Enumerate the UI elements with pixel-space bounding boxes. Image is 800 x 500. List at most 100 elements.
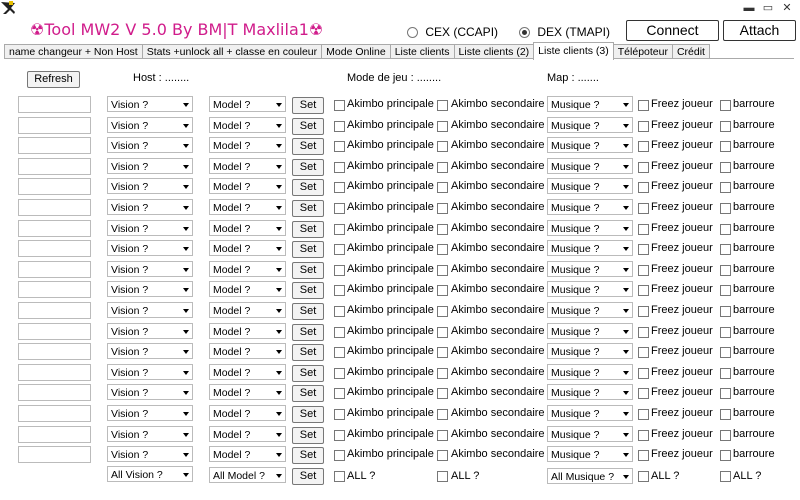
vision-select[interactable]: Vision ? xyxy=(107,302,193,318)
akimbo-secondaire-checkbox[interactable] xyxy=(437,450,448,461)
barroure-checkbox[interactable] xyxy=(720,450,731,461)
vision-select[interactable]: Vision ? xyxy=(107,240,193,256)
akimbo-principale-checkbox[interactable] xyxy=(334,100,345,111)
vision-select[interactable]: Vision ? xyxy=(107,261,193,277)
client-name-field[interactable] xyxy=(18,240,91,257)
barroure-checkbox[interactable] xyxy=(720,182,731,193)
akimbo-secondaire-checkbox[interactable] xyxy=(437,347,448,358)
cex-radio-option[interactable]: CEX (CCAPI) xyxy=(407,25,498,39)
freez-checkbox[interactable] xyxy=(638,162,649,173)
musique-select[interactable]: Musique ? xyxy=(547,281,633,297)
client-name-field[interactable] xyxy=(18,323,91,340)
akimbo-principale-checkbox[interactable] xyxy=(334,409,345,420)
client-name-field[interactable] xyxy=(18,343,91,360)
akimbo-secondaire-checkbox[interactable] xyxy=(437,182,448,193)
musique-select[interactable]: Musique ? xyxy=(547,117,633,133)
tab-6[interactable]: Télépoteur xyxy=(612,44,673,59)
minimize-icon[interactable]: ▬ xyxy=(742,2,756,14)
akimbo-principale-checkbox[interactable] xyxy=(334,203,345,214)
tab-2[interactable]: Mode Online xyxy=(321,44,391,59)
tab-0[interactable]: name changeur + Non Host xyxy=(4,44,143,59)
akimbo-secondaire-checkbox[interactable] xyxy=(437,162,448,173)
set-button[interactable]: Set xyxy=(292,241,324,258)
model-select[interactable]: Model ? xyxy=(209,343,286,359)
akimbo-secondaire-checkbox[interactable] xyxy=(437,430,448,441)
freez-checkbox[interactable] xyxy=(638,121,649,132)
model-select[interactable]: Model ? xyxy=(209,323,286,339)
client-name-field[interactable] xyxy=(18,158,91,175)
client-name-field[interactable] xyxy=(18,446,91,463)
client-name-field[interactable] xyxy=(18,405,91,422)
set-button[interactable]: Set xyxy=(292,221,324,238)
set-button[interactable]: Set xyxy=(292,447,324,464)
musique-select[interactable]: Musique ? xyxy=(547,96,633,112)
client-name-field[interactable] xyxy=(18,117,91,134)
akimbo-secondaire-checkbox[interactable] xyxy=(437,203,448,214)
client-name-field[interactable] xyxy=(18,261,91,278)
barroure-checkbox[interactable] xyxy=(720,121,731,132)
barroure-checkbox[interactable] xyxy=(720,388,731,399)
vision-select[interactable]: Vision ? xyxy=(107,446,193,462)
maximize-icon[interactable]: ▭ xyxy=(761,2,775,14)
barroure-checkbox[interactable] xyxy=(720,347,731,358)
freez-checkbox[interactable] xyxy=(638,327,649,338)
set-button[interactable]: Set xyxy=(292,159,324,176)
freez-checkbox[interactable] xyxy=(638,388,649,399)
barroure-checkbox[interactable] xyxy=(720,141,731,152)
tab-7[interactable]: Crédit xyxy=(671,44,710,59)
akimbo-secondaire-checkbox[interactable] xyxy=(437,121,448,132)
model-select[interactable]: Model ? xyxy=(209,199,286,215)
freez-checkbox[interactable] xyxy=(638,285,649,296)
akimbo-secondaire-checkbox[interactable] xyxy=(437,100,448,111)
musique-select[interactable]: Musique ? xyxy=(547,137,633,153)
client-name-field[interactable] xyxy=(18,137,91,154)
musique-select[interactable]: Musique ? xyxy=(547,178,633,194)
musique-select[interactable]: Musique ? xyxy=(547,446,633,462)
akimbo-secondaire-checkbox[interactable] xyxy=(437,265,448,276)
attach-button[interactable]: Attach xyxy=(723,20,796,41)
client-name-field[interactable] xyxy=(18,364,91,381)
akimbo-principale-checkbox[interactable] xyxy=(334,244,345,255)
set-button[interactable]: Set xyxy=(292,200,324,217)
barroure-checkbox[interactable] xyxy=(720,265,731,276)
vision-select[interactable]: Vision ? xyxy=(107,426,193,442)
musique-select[interactable]: Musique ? xyxy=(547,405,633,421)
cex-radio-icon[interactable] xyxy=(407,27,418,39)
barroure-checkbox[interactable] xyxy=(720,409,731,420)
client-name-field[interactable] xyxy=(18,199,91,216)
dex-radio-option[interactable]: DEX (TMAPI) xyxy=(519,25,610,39)
client-name-field[interactable] xyxy=(18,426,91,443)
musique-select[interactable]: Musique ? xyxy=(547,364,633,380)
model-select[interactable]: Model ? xyxy=(209,384,286,400)
set-button[interactable]: Set xyxy=(292,427,324,444)
musique-select[interactable]: Musique ? xyxy=(547,343,633,359)
akimbo-principale-checkbox[interactable] xyxy=(334,368,345,379)
vision-select[interactable]: Vision ? xyxy=(107,281,193,297)
vision-select[interactable]: Vision ? xyxy=(107,364,193,380)
akimbo-secondaire-checkbox[interactable] xyxy=(437,409,448,420)
akimbo-principale-checkbox[interactable] xyxy=(334,327,345,338)
client-name-field[interactable] xyxy=(18,302,91,319)
set-button[interactable]: Set xyxy=(292,324,324,341)
model-select[interactable]: Model ? xyxy=(209,261,286,277)
vision-select[interactable]: Vision ? xyxy=(107,199,193,215)
set-button[interactable]: Set xyxy=(292,97,324,114)
freez-checkbox[interactable] xyxy=(638,265,649,276)
set-button[interactable]: Set xyxy=(292,262,324,279)
vision-select[interactable]: Vision ? xyxy=(107,384,193,400)
vision-select[interactable]: Vision ? xyxy=(107,343,193,359)
client-name-field[interactable] xyxy=(18,384,91,401)
freez-checkbox[interactable] xyxy=(638,450,649,461)
vision-select[interactable]: Vision ? xyxy=(107,158,193,174)
akimbo-secondaire-checkbox[interactable] xyxy=(437,306,448,317)
model-select[interactable]: Model ? xyxy=(209,405,286,421)
akimbo-secondaire-checkbox[interactable] xyxy=(437,285,448,296)
vision-select[interactable]: Vision ? xyxy=(107,117,193,133)
akimbo-principale-checkbox[interactable] xyxy=(334,162,345,173)
model-select[interactable]: Model ? xyxy=(209,364,286,380)
barroure-checkbox[interactable] xyxy=(720,368,731,379)
musique-select[interactable]: Musique ? xyxy=(547,302,633,318)
client-name-field[interactable] xyxy=(18,220,91,237)
set-button[interactable]: Set xyxy=(292,344,324,361)
set-button[interactable]: Set xyxy=(292,282,324,299)
